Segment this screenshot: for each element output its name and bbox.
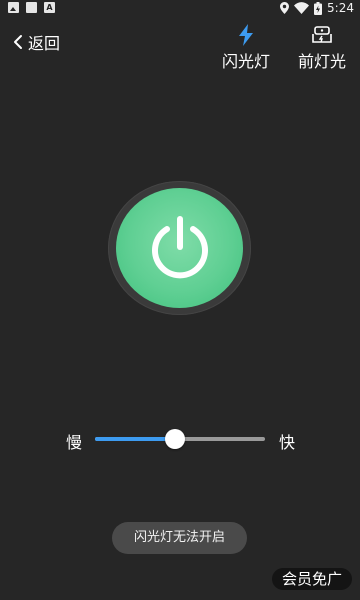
member-ad-free-button[interactable]: 会员免广 (272, 568, 352, 590)
photo-icon (8, 2, 19, 13)
front-light-mode-label: 前灯光 (297, 52, 346, 71)
power-button[interactable] (116, 188, 243, 308)
status-bar: A 5:24 (0, 0, 360, 17)
speed-fast-label: 快 (279, 433, 296, 452)
back-label: 返回 (28, 34, 61, 53)
battery-icon (314, 1, 323, 15)
speed-slow-label: 慢 (66, 433, 83, 452)
front-light-icon (312, 26, 332, 43)
flash-mode-label: 闪光灯 (221, 52, 270, 71)
speed-slider[interactable] (95, 429, 265, 449)
chevron-left-icon (14, 35, 22, 49)
front-light-mode-button[interactable]: 前灯光 (292, 22, 352, 72)
system-icons: 5:24 (280, 1, 354, 15)
back-button[interactable]: 返回 (12, 30, 60, 54)
power-icon (151, 216, 208, 279)
status-time: 5:24 (327, 1, 354, 15)
flash-mode-button[interactable]: 闪光灯 (216, 22, 276, 72)
letter-a-icon: A (44, 2, 55, 13)
speed-slider-fill (95, 437, 175, 441)
location-icon (280, 2, 290, 14)
notification-icons: A (8, 2, 55, 13)
toast-message: 闪光灯无法开启 (112, 522, 247, 554)
square-icon (26, 2, 37, 13)
speed-control: 慢 快 (0, 428, 360, 452)
wifi-icon (294, 2, 310, 14)
lightning-icon (239, 24, 253, 46)
speed-slider-thumb[interactable] (164, 429, 185, 449)
